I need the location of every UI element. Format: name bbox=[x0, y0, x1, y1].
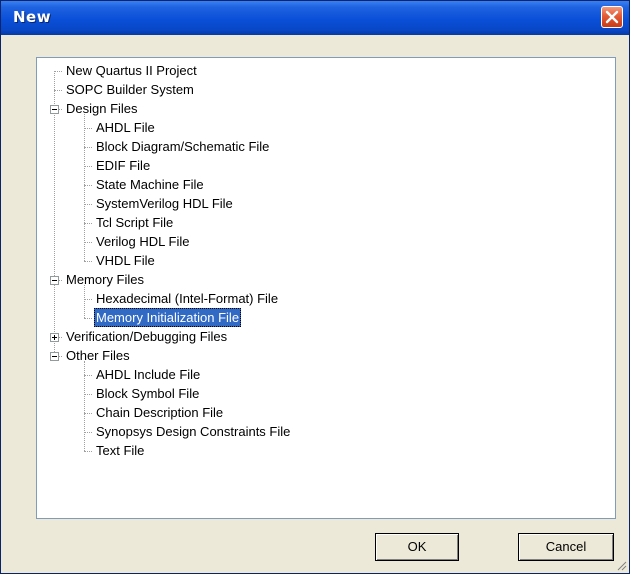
tree-item-label: Text File bbox=[96, 443, 145, 458]
tree-item-label: Synopsys Design Constraints File bbox=[96, 424, 291, 439]
tree-item-label: SOPC Builder System bbox=[66, 82, 194, 97]
tree-item-connector bbox=[84, 260, 92, 262]
tree-item-vhdl-file[interactable]: VHDL File bbox=[94, 251, 157, 270]
tree-item-block-diagram-schematic-file[interactable]: Block Diagram/Schematic File bbox=[94, 137, 271, 156]
tree-item-verilog-hdl-file[interactable]: Verilog HDL File bbox=[94, 232, 191, 251]
tree-item-label: VHDL File bbox=[96, 253, 155, 268]
tree-item-state-machine-file[interactable]: State Machine File bbox=[94, 175, 206, 194]
tree-item-sopc-builder-system[interactable]: SOPC Builder System bbox=[64, 80, 196, 99]
tree-item-label: Design Files bbox=[66, 101, 138, 116]
tree-item-ahdl-file[interactable]: AHDL File bbox=[94, 118, 157, 137]
tree-item-verification-debugging-files[interactable]: Verification/Debugging Files bbox=[64, 327, 229, 346]
ok-button[interactable]: OK bbox=[375, 533, 459, 561]
tree-item-label: Memory Files bbox=[66, 272, 145, 287]
tree-item-label: AHDL File bbox=[96, 120, 155, 135]
tree-item-label: Memory Initialization File bbox=[94, 308, 242, 327]
tree-item-label: Block Diagram/Schematic File bbox=[96, 139, 270, 154]
tree-item-design-files[interactable]: Design Files bbox=[64, 99, 140, 118]
tree-item-label: EDIF File bbox=[96, 158, 151, 173]
tree-item-text-file[interactable]: Text File bbox=[94, 441, 146, 460]
file-type-tree[interactable]: New Quartus II Project SOPC Builder Syste… bbox=[36, 57, 616, 519]
tree-item-connector bbox=[84, 412, 92, 414]
new-dialog: New New Quartus II Project SOPC Builder S… bbox=[0, 0, 630, 574]
close-button[interactable] bbox=[601, 6, 623, 28]
tree-item-connector bbox=[84, 203, 92, 205]
close-icon bbox=[605, 10, 619, 24]
tree-branch-connector bbox=[84, 284, 85, 318]
collapse-minus-icon[interactable] bbox=[50, 275, 59, 285]
tree-content: New Quartus II Project SOPC Builder Syste… bbox=[37, 58, 615, 518]
title-bar[interactable]: New bbox=[1, 1, 629, 35]
collapse-minus-icon[interactable] bbox=[50, 104, 59, 114]
tree-item-connector bbox=[84, 165, 92, 167]
tree-item-ahdl-include-file[interactable]: AHDL Include File bbox=[94, 365, 202, 384]
tree-item-connector bbox=[84, 450, 92, 452]
tree-item-label: State Machine File bbox=[96, 177, 204, 192]
tree-item-memory-initialization-file[interactable]: Memory Initialization File bbox=[94, 308, 242, 327]
tree-item-connector bbox=[54, 89, 62, 91]
tree-item-block-symbol-file[interactable]: Block Symbol File bbox=[94, 384, 201, 403]
tree-item-other-files[interactable]: Other Files bbox=[64, 346, 132, 365]
tree-item-tcl-script-file[interactable]: Tcl Script File bbox=[94, 213, 175, 232]
window-title: New bbox=[13, 8, 52, 26]
tree-item-chain-description-file[interactable]: Chain Description File bbox=[94, 403, 225, 422]
tree-item-connector bbox=[84, 393, 92, 395]
tree-item-systemverilog-hdl-file[interactable]: SystemVerilog HDL File bbox=[94, 194, 235, 213]
tree-item-label: New Quartus II Project bbox=[66, 63, 197, 78]
tree-item-label: Verification/Debugging Files bbox=[66, 329, 228, 344]
tree-item-connector bbox=[84, 431, 92, 433]
tree-item-synopsys-design-constraints-file[interactable]: Synopsys Design Constraints File bbox=[94, 422, 292, 441]
tree-item-label: Verilog HDL File bbox=[96, 234, 190, 249]
tree-item-connector bbox=[84, 222, 92, 224]
tree-item-hexadecimal-intel-format-file[interactable]: Hexadecimal (Intel-Format) File bbox=[94, 289, 280, 308]
tree-item-connector bbox=[84, 241, 92, 243]
tree-item-connector bbox=[84, 374, 92, 376]
collapse-minus-icon[interactable] bbox=[50, 351, 59, 361]
tree-item-new-quartus-ii-project[interactable]: New Quartus II Project bbox=[64, 61, 199, 80]
tree-item-label: Other Files bbox=[66, 348, 130, 363]
tree-item-memory-files[interactable]: Memory Files bbox=[64, 270, 146, 289]
tree-item-connector bbox=[84, 146, 92, 148]
tree-item-connector bbox=[54, 70, 62, 72]
tree-item-label: Tcl Script File bbox=[96, 215, 174, 230]
tree-item-label: AHDL Include File bbox=[96, 367, 201, 382]
tree-item-connector bbox=[84, 298, 92, 300]
tree-item-connector bbox=[84, 127, 92, 129]
tree-item-connector bbox=[84, 317, 92, 319]
tree-item-label: Chain Description File bbox=[96, 405, 224, 420]
tree-branch-connector bbox=[84, 113, 85, 261]
tree-item-connector bbox=[84, 184, 92, 186]
tree-item-label: Block Symbol File bbox=[96, 386, 200, 401]
tree-item-edif-file[interactable]: EDIF File bbox=[94, 156, 152, 175]
cancel-button[interactable]: Cancel bbox=[518, 533, 614, 561]
tree-item-label: SystemVerilog HDL File bbox=[96, 196, 233, 211]
tree-item-label: Hexadecimal (Intel-Format) File bbox=[96, 291, 279, 306]
expand-plus-icon[interactable] bbox=[50, 332, 59, 342]
resize-grip-icon[interactable] bbox=[615, 559, 627, 571]
